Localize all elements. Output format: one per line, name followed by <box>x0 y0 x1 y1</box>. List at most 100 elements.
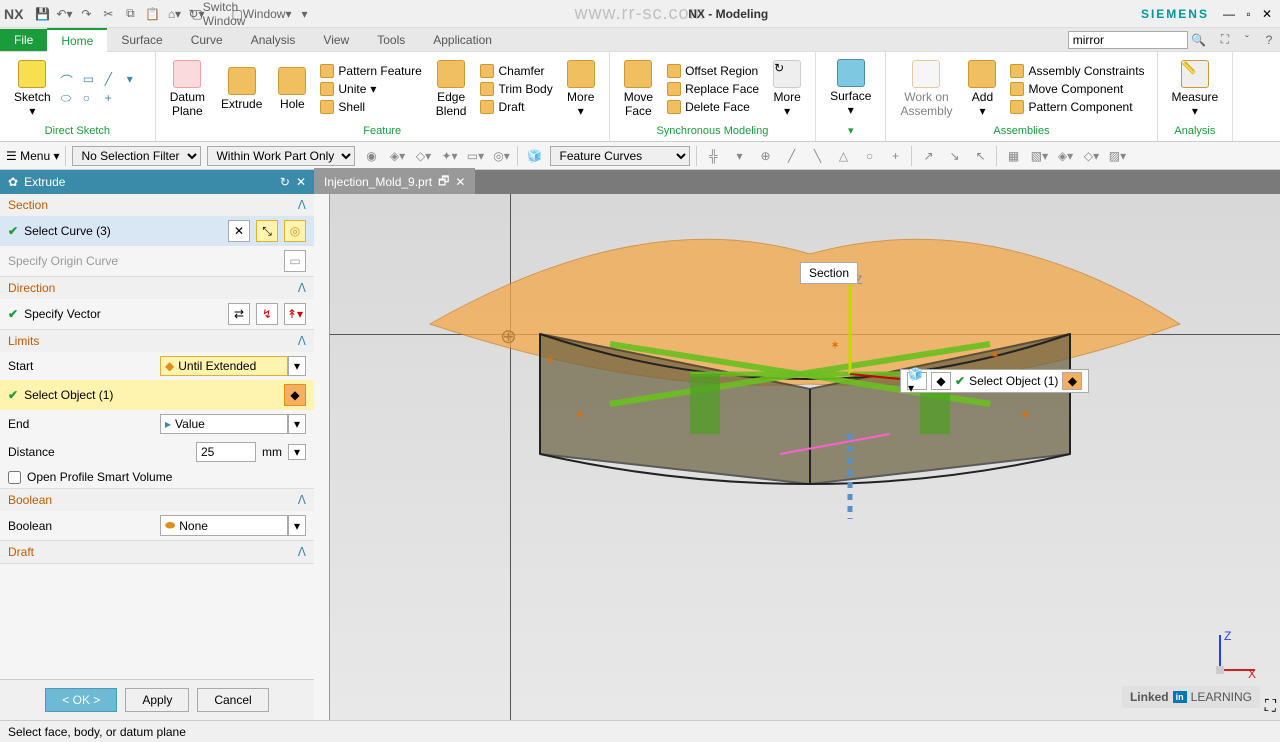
snap-7[interactable]: ○ <box>859 146 879 166</box>
seltb-icon-6[interactable]: ◎▾ <box>491 146 511 166</box>
unite-button[interactable]: Unite ▾ <box>316 81 425 97</box>
close-icon[interactable]: ✕ <box>1262 7 1272 21</box>
more-icon[interactable]: ▾ <box>296 5 314 23</box>
ellipse-icon[interactable]: ⬭ <box>61 91 81 106</box>
end-dd-arrow[interactable]: ▾ <box>288 414 306 434</box>
move-comp-button[interactable]: Move Component <box>1006 81 1148 97</box>
disp-4[interactable]: ◇▾ <box>1081 146 1101 166</box>
more-shape-icon[interactable]: ▾ <box>127 72 147 89</box>
tab-tools[interactable]: Tools <box>363 29 419 51</box>
rect-icon[interactable]: ▭ <box>83 72 103 89</box>
vector-dd-icon[interactable]: ↟▾ <box>284 303 306 325</box>
seltb-icon-4[interactable]: ✦▾ <box>439 146 459 166</box>
select-obj-icon[interactable]: ◆ <box>284 384 306 406</box>
surface-button[interactable]: Surface▾ <box>824 57 877 119</box>
start-dd-arrow[interactable]: ▾ <box>288 356 306 376</box>
float-icon-1[interactable]: 🧊▾ <box>907 372 927 390</box>
section-header-draft[interactable]: Draftᐱ <box>0 541 314 563</box>
replace-face-button[interactable]: Replace Face <box>663 81 763 97</box>
float-icon-3[interactable]: ◆ <box>1062 372 1082 390</box>
gear-icon[interactable]: ✿ <box>8 175 18 189</box>
line-icon[interactable]: ╱ <box>105 72 125 89</box>
tab-view[interactable]: View <box>309 29 363 51</box>
curve-rule-icon[interactable]: ⤡ <box>256 220 278 242</box>
draft-button[interactable]: Draft <box>476 99 556 115</box>
selection-scope[interactable]: Within Work Part Only <box>207 146 355 166</box>
vector-csys-icon[interactable]: ↯ <box>256 303 278 325</box>
snap-5[interactable]: ╲ <box>807 146 827 166</box>
move-face-button[interactable]: Move Face <box>618 58 659 120</box>
measure-button[interactable]: 📏Measure▾ <box>1166 58 1225 120</box>
view-triad[interactable]: Z X <box>1210 630 1260 680</box>
seltb-icon-1[interactable]: ◉ <box>361 146 381 166</box>
snap-6[interactable]: △ <box>833 146 853 166</box>
dialog-reset-icon[interactable]: ↻ <box>280 175 290 189</box>
window-btn[interactable]: ▢ Window ▾ <box>231 5 291 23</box>
offset-region-button[interactable]: Offset Region <box>663 63 763 79</box>
sketch-button[interactable]: Sketch▾ <box>8 58 57 120</box>
reverse-icon[interactable]: ⇄ <box>228 303 250 325</box>
snap-4[interactable]: ╱ <box>781 146 801 166</box>
circle-icon[interactable]: ○ <box>83 91 103 106</box>
datum-plane-button[interactable]: Datum Plane <box>164 58 211 120</box>
tab-home[interactable]: Home <box>47 28 107 52</box>
copy-icon[interactable]: ⧉ <box>121 5 139 23</box>
section-header-boolean[interactable]: Booleanᐱ <box>0 489 314 511</box>
snap-8[interactable]: + <box>885 146 905 166</box>
hole-button[interactable]: Hole <box>272 65 312 113</box>
extrude-button[interactable]: Extrude <box>215 65 268 113</box>
end-value-dropdown[interactable]: ▸Value <box>160 414 288 434</box>
snap-2[interactable]: ▾ <box>729 146 749 166</box>
disp-2[interactable]: ▧▾ <box>1029 146 1049 166</box>
document-tab[interactable]: Injection_Mold_9.prt 🗗 ✕ <box>314 168 475 197</box>
seltb-icon-5[interactable]: ▭▾ <box>465 146 485 166</box>
distance-dd-arrow[interactable]: ▾ <box>288 444 306 460</box>
ok-button[interactable]: < OK > <box>45 688 117 712</box>
pattern-button[interactable]: Pattern Feature <box>316 63 425 79</box>
paste-icon[interactable]: 📋 <box>143 5 161 23</box>
menu-button[interactable]: ☰ Menu ▾ <box>6 149 59 163</box>
curve-icon[interactable]: 🧊 <box>524 146 544 166</box>
feature-more-button[interactable]: More▾ <box>561 58 601 120</box>
search-icon[interactable]: 🔍 <box>1191 33 1206 47</box>
collapse-ribbon-icon[interactable]: ˇ <box>1238 31 1256 49</box>
dialog-close-icon[interactable]: ✕ <box>296 175 306 189</box>
fullscreen-icon[interactable]: ⛶ <box>1216 31 1234 49</box>
undo-icon[interactable]: ↶▾ <box>55 5 73 23</box>
save-icon[interactable]: 💾 <box>33 5 51 23</box>
float-icon-2[interactable]: ◆ <box>931 372 951 390</box>
start-value-dropdown[interactable]: ◆Until Extended <box>160 356 288 376</box>
help-icon[interactable]: ? <box>1260 31 1278 49</box>
distance-input[interactable] <box>196 442 256 462</box>
feature-curves-select[interactable]: Feature Curves <box>550 146 690 166</box>
edge-blend-button[interactable]: Edge Blend <box>430 58 473 120</box>
redo-icon[interactable]: ↷ <box>77 5 95 23</box>
tab-application[interactable]: Application <box>419 29 506 51</box>
viewport[interactable]: ⊕ ✶ ✶ ✶ ✶ ✶ Z X <box>330 194 1280 720</box>
chamfer-button[interactable]: Chamfer <box>476 63 556 79</box>
fit-icon[interactable]: ⛶ <box>1265 698 1276 716</box>
apply-button[interactable]: Apply <box>125 688 189 712</box>
open-profile-checkbox[interactable] <box>8 471 21 484</box>
sketch-sec-icon[interactable]: ✕ <box>228 220 250 242</box>
section-floating-label[interactable]: Section <box>800 262 858 284</box>
tab-file[interactable]: File <box>0 29 47 51</box>
cut-icon[interactable]: ✂ <box>99 5 117 23</box>
shell-button[interactable]: Shell <box>316 99 425 115</box>
tab-analysis[interactable]: Analysis <box>237 29 310 51</box>
tab-surface[interactable]: Surface <box>107 29 176 51</box>
section-header-section[interactable]: Sectionᐱ <box>0 194 314 216</box>
open-profile-row[interactable]: Open Profile Smart Volume <box>0 466 314 488</box>
snap-3[interactable]: ⊕ <box>755 146 775 166</box>
point-icon[interactable]: + <box>105 91 125 106</box>
switch-window-btn[interactable]: ▢ Switch Window <box>209 5 227 23</box>
disp-1[interactable]: ▦ <box>1003 146 1023 166</box>
boolean-dd-arrow[interactable]: ▾ <box>288 515 306 536</box>
snap-1[interactable]: ╬ <box>703 146 723 166</box>
select-object-row[interactable]: ✔ Select Object (1) ◆ <box>0 380 314 410</box>
restore-icon[interactable]: ▫ <box>1246 7 1250 21</box>
asm-constraints-button[interactable]: Assembly Constraints <box>1006 63 1148 79</box>
home-icon[interactable]: ⌂▾ <box>165 5 183 23</box>
select-curve-row[interactable]: ✔ Select Curve (3) ✕ ⤡ ◎ <box>0 216 314 246</box>
add-asm-button[interactable]: Add▾ <box>962 58 1002 120</box>
